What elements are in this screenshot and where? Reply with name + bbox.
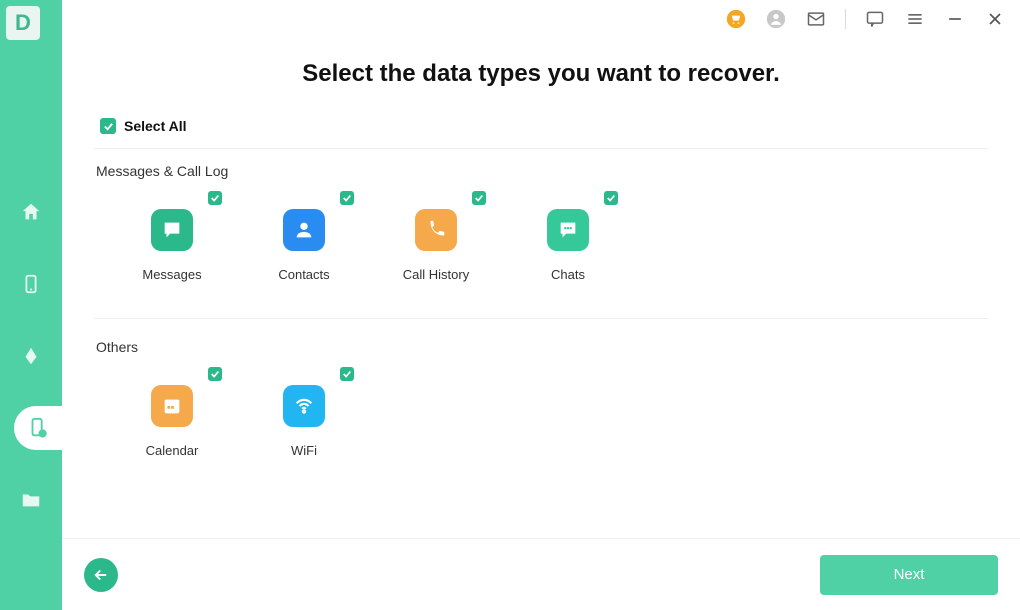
check-icon [210, 193, 220, 203]
user-icon [283, 209, 325, 251]
card-checkbox[interactable] [472, 191, 486, 205]
card-label: Calendar [146, 443, 199, 458]
card-label: WiFi [291, 443, 317, 458]
check-icon [342, 193, 352, 203]
card-checkbox[interactable] [340, 367, 354, 381]
card-label: Messages [142, 267, 201, 282]
card-checkbox[interactable] [208, 367, 222, 381]
next-button[interactable]: Next [820, 555, 998, 595]
card-checkbox[interactable] [340, 191, 354, 205]
check-icon [474, 193, 484, 203]
section-messages-calllog: Messages & Call Log Messages Contacts Ca… [94, 163, 988, 319]
cloud-icon [20, 345, 42, 367]
next-button-label: Next [894, 566, 925, 583]
phone-icon [415, 209, 457, 251]
sidebar-item-phone[interactable] [0, 262, 62, 306]
card-label: Chats [551, 267, 585, 282]
select-all-checkbox[interactable] [100, 118, 116, 134]
sidebar-item-folder[interactable] [0, 478, 62, 522]
card-label: Contacts [278, 267, 329, 282]
sidebar-item-cloud[interactable] [0, 334, 62, 378]
check-icon [606, 193, 616, 203]
card-checkbox[interactable] [208, 191, 222, 205]
home-icon [20, 201, 42, 223]
folder-icon [20, 489, 42, 511]
footer: Next [62, 538, 1020, 610]
section-cards: Messages Contacts Call History Chats [94, 197, 988, 308]
card-wifi[interactable]: WiFi [262, 373, 346, 458]
card-chats[interactable]: Chats [526, 197, 610, 282]
sidebar-item-home[interactable] [0, 190, 62, 234]
section-cards: Calendar WiFi [94, 373, 988, 484]
sidebar-nav: ! [0, 190, 62, 522]
device-phone-icon [20, 273, 42, 295]
chat-dots-icon [547, 209, 589, 251]
select-all-label: Select All [124, 118, 187, 134]
arrow-left-icon [92, 566, 110, 584]
page-title: Select the data types you want to recove… [94, 60, 988, 88]
wifi-icon [283, 385, 325, 427]
check-icon [342, 369, 352, 379]
card-messages[interactable]: Messages [130, 197, 214, 282]
select-all-row: Select All [94, 118, 988, 149]
chat-bubble-icon [151, 209, 193, 251]
section-others: Others Calendar WiFi [94, 339, 988, 494]
check-icon [103, 121, 114, 132]
calendar-icon [151, 385, 193, 427]
svg-text:!: ! [42, 431, 44, 438]
section-title: Messages & Call Log [94, 163, 988, 179]
card-contacts[interactable]: Contacts [262, 197, 346, 282]
main-content: Select the data types you want to recove… [62, 0, 1020, 610]
card-call-history[interactable]: Call History [394, 197, 478, 282]
back-button[interactable] [84, 558, 118, 592]
section-title: Others [94, 339, 988, 355]
sidebar-item-phone-alert[interactable]: ! [14, 406, 62, 450]
check-icon [210, 369, 220, 379]
card-checkbox[interactable] [604, 191, 618, 205]
phone-alert-icon: ! [27, 417, 49, 439]
card-calendar[interactable]: Calendar [130, 373, 214, 458]
card-label: Call History [403, 267, 469, 282]
app-logo: D [6, 6, 40, 40]
app-logo-letter: D [15, 10, 31, 36]
sidebar: D ! [0, 0, 62, 610]
